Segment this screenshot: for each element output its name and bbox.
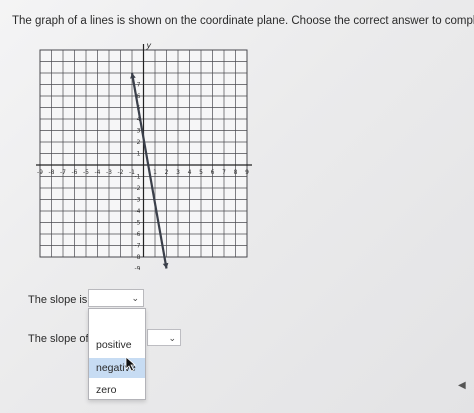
worksheet-page: The graph of a lines is shown on the coo… [0, 0, 474, 413]
slope-dropdown[interactable]: ⌄ [88, 289, 144, 307]
slope-prompt-1: The slope is [28, 294, 88, 306]
y-tick-label: -1 [135, 174, 141, 181]
x-tick-label: -9 [37, 169, 43, 176]
x-tick-label: 6 [211, 169, 215, 176]
x-tick-label: 7 [222, 169, 226, 176]
y-tick-label: -2 [135, 185, 141, 192]
y-tick-label: -7 [135, 243, 141, 250]
y-tick-label: 2 [137, 139, 141, 146]
option-positive[interactable]: positive [89, 335, 145, 355]
question-text: The graph of a lines is shown on the coo… [12, 15, 474, 27]
y-axis-label: y [146, 41, 152, 50]
x-tick-label: -3 [106, 169, 112, 176]
x-tick-label: -6 [72, 169, 78, 176]
x-tick-label: -4 [95, 169, 101, 176]
slope-options-menu[interactable]: positive negative zero [88, 308, 146, 400]
x-tick-label: -5 [83, 169, 89, 176]
second-dropdown[interactable]: ⌄ [147, 329, 181, 346]
y-tick-label: 7 [137, 82, 141, 89]
x-tick-label: 9 [245, 169, 249, 176]
x-tick-label: 4 [188, 169, 192, 176]
y-tick-label: -5 [135, 220, 141, 227]
y-tick-label: 1 [137, 151, 141, 158]
coordinate-plane: xy-9-8-7-6-5-4-3-2-11234567897654321-1-2… [30, 40, 252, 270]
x-tick-label: -7 [60, 169, 66, 176]
x-tick-label: -8 [49, 169, 55, 176]
x-tick-label: -2 [118, 169, 124, 176]
x-tick-label: 5 [199, 169, 203, 176]
y-tick-label: -6 [135, 231, 141, 238]
y-tick-label: 3 [137, 128, 141, 135]
x-tick-label: 8 [234, 169, 238, 176]
y-tick-label: -4 [135, 208, 141, 215]
mouse-pointer-icon [125, 356, 137, 372]
chevron-down-icon: ⌄ [131, 293, 139, 303]
x-tick-label: 2 [165, 169, 169, 176]
y-tick-label: -8 [135, 254, 141, 261]
chevron-down-icon: ⌄ [168, 333, 176, 343]
slope-prompt-2: The slope of [28, 333, 89, 345]
y-tick-label: -9 [135, 266, 141, 271]
y-tick-label: -3 [135, 197, 141, 204]
left-arrow-icon[interactable]: ◀ [458, 380, 466, 391]
x-tick-label: 1 [153, 169, 157, 176]
option-zero[interactable]: zero [89, 380, 145, 400]
x-tick-label: 3 [176, 169, 180, 176]
graph-svg: xy-9-8-7-6-5-4-3-2-11234567897654321-1-2… [36, 41, 252, 271]
